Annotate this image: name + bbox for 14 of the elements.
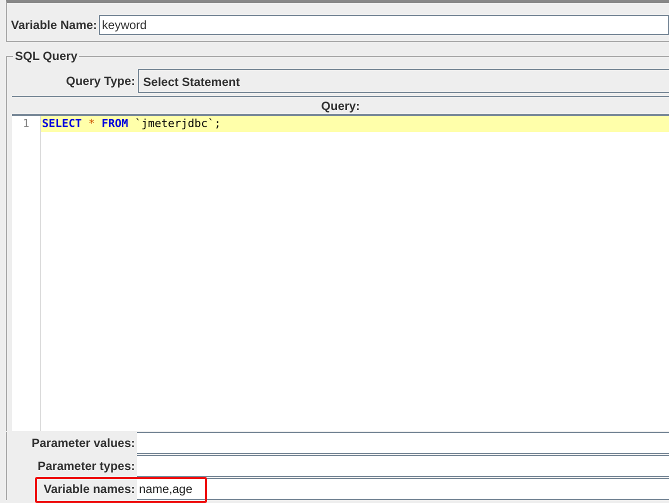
parameter-label: Parameter types: [36, 459, 136, 473]
line-number: 1 [22, 116, 30, 132]
parameter-field[interactable] [137, 432, 669, 454]
variable-name-field[interactable]: keyword [99, 15, 669, 35]
query-editor[interactable]: 1 SELECT * FROM `jmeterjdbc`; [12, 115, 669, 431]
parameter-label: Variable names: [42, 482, 136, 496]
parameter-field[interactable] [137, 455, 669, 477]
sql-query-title: SQL Query [13, 49, 80, 63]
parameter-field[interactable]: name,age [137, 478, 669, 500]
query-type-dropdown[interactable]: Select Statement [138, 69, 669, 93]
query-label: Query: [321, 98, 360, 112]
query-type-label: Query Type: [66, 74, 136, 88]
parameter-label: Parameter values: [30, 436, 136, 450]
variable-name-label: Variable Name: [11, 18, 98, 32]
